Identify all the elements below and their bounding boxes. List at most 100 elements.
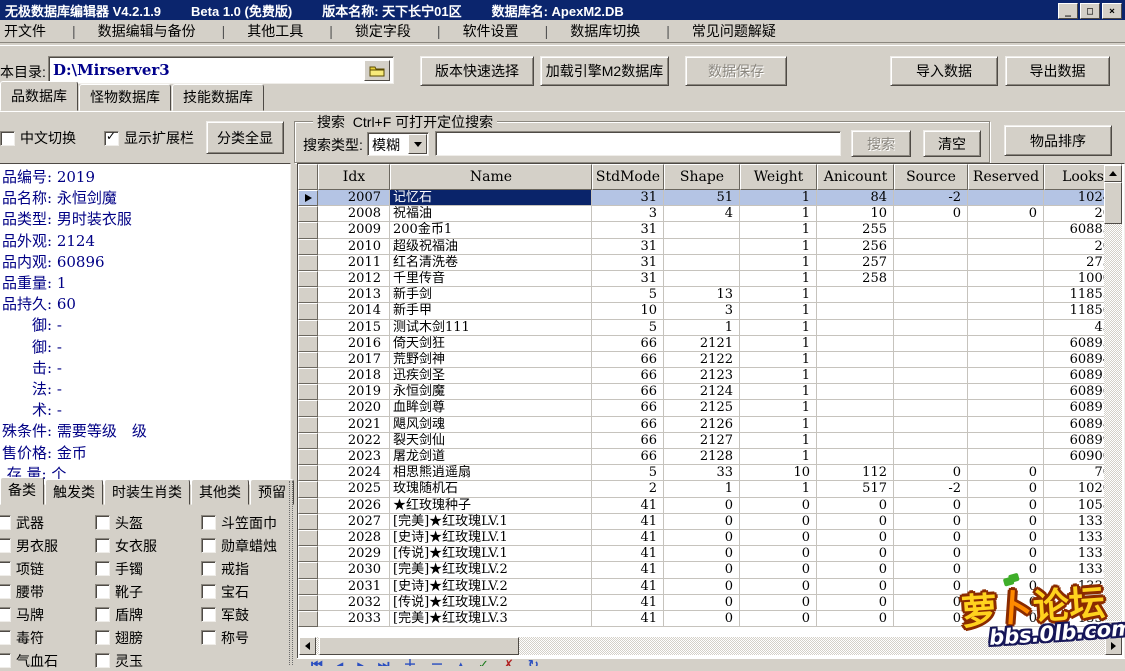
checkbox-box[interactable] — [201, 607, 216, 622]
cell-idx[interactable]: 2008 — [318, 206, 390, 223]
column-header-stdmode[interactable]: StdMode — [592, 164, 664, 190]
cell-name[interactable]: 飓风剑魂 — [390, 416, 592, 433]
cell-stdmode[interactable]: 66 — [592, 351, 664, 369]
cell-name[interactable]: 屠龙剑道 — [390, 449, 592, 466]
cell-shape[interactable]: 2122 — [664, 351, 740, 369]
cell-stdmode[interactable]: 31 — [592, 222, 664, 239]
cell-reserved[interactable] — [968, 238, 1044, 255]
cell-stdmode[interactable]: 66 — [592, 368, 664, 385]
checkbox-box-checked[interactable] — [104, 129, 119, 146]
category-checkbox[interactable]: 女衣服 — [95, 536, 201, 556]
checkbox-box[interactable] — [201, 515, 216, 530]
cell-weight[interactable]: 0 — [740, 578, 817, 595]
menu-item[interactable]: 数据库切换 — [523, 21, 645, 41]
cell-reserved[interactable] — [968, 449, 1044, 466]
cell-shape[interactable]: 1 — [664, 481, 740, 498]
category-show-all-button[interactable]: 分类全显 — [206, 121, 284, 154]
cell-anicount[interactable]: 0 — [817, 529, 894, 547]
category-checkbox[interactable]: 斗笠面巾 — [201, 513, 292, 533]
cell-idx[interactable]: 2013 — [318, 287, 390, 304]
menu-item[interactable]: 锁定字段 — [307, 21, 415, 41]
cell-shape[interactable]: 33 — [664, 465, 740, 482]
cell-anicount[interactable] — [817, 335, 894, 352]
cell-idx[interactable]: 2012 — [318, 270, 390, 288]
cell-name[interactable]: 超级祝福油 — [390, 238, 592, 255]
cell-stdmode[interactable]: 41 — [592, 578, 664, 595]
database-tab[interactable]: 技能数据库 — [172, 84, 264, 111]
cell-source[interactable]: 0 — [894, 610, 968, 628]
checkbox-box[interactable] — [201, 584, 216, 599]
cell-shape[interactable]: 0 — [664, 529, 740, 547]
minimize-button[interactable]: _ — [1058, 3, 1078, 19]
cell-name[interactable]: 永恒剑魔 — [390, 384, 592, 401]
cell-anicount[interactable] — [817, 319, 894, 336]
cell-name[interactable]: [传说]★红玫瑰LV.1 — [390, 546, 592, 563]
scroll-left-button[interactable] — [299, 637, 316, 655]
category-tab[interactable]: 其他类 — [191, 479, 249, 505]
checkbox-box[interactable] — [95, 653, 110, 668]
cell-name[interactable]: [史诗]★红玫瑰LV.2 — [390, 578, 592, 595]
cell-stdmode[interactable]: 31 — [592, 238, 664, 255]
export-data-button[interactable]: 导出数据 — [1005, 56, 1110, 86]
cell-shape[interactable] — [664, 254, 740, 271]
cell-shape[interactable]: 4 — [664, 206, 740, 223]
maximize-button[interactable]: □ — [1080, 3, 1100, 19]
checkbox-box[interactable] — [0, 607, 11, 622]
table-row[interactable]: 2015 测试木剑111 5 1 1 43 — [298, 319, 1124, 336]
table-row[interactable]: 2017 荒野剑神 66 2122 1 60894 — [298, 351, 1124, 369]
cell-stdmode[interactable]: 66 — [592, 400, 664, 417]
category-checkbox[interactable]: 气血石 — [0, 651, 95, 671]
cell-shape[interactable] — [664, 270, 740, 288]
cell-weight[interactable]: 1 — [740, 190, 817, 207]
cell-shape[interactable]: 2127 — [664, 432, 740, 449]
dropdown-button[interactable] — [408, 134, 427, 154]
cell-stdmode[interactable]: 66 — [592, 449, 664, 466]
cell-anicount[interactable]: 0 — [817, 562, 894, 579]
cell-stdmode[interactable]: 5 — [592, 287, 664, 304]
cell-reserved[interactable] — [968, 190, 1044, 207]
cell-name[interactable]: [完美]★红玫瑰LV.2 — [390, 562, 592, 579]
cell-name[interactable]: 血眸剑尊 — [390, 400, 592, 417]
checkbox-box[interactable] — [95, 515, 110, 530]
table-row[interactable]: 2028 [史诗]★红玫瑰LV.1 41 0 0 0 0 0 1335 — [298, 529, 1124, 547]
cell-anicount[interactable]: 0 — [817, 594, 894, 611]
cell-anicount[interactable]: 256 — [817, 238, 894, 255]
cell-anicount[interactable]: 258 — [817, 270, 894, 288]
table-row[interactable]: 2011 红名清洗卷 31 1 257 273 — [298, 254, 1124, 271]
checkbox-box[interactable] — [0, 584, 11, 599]
cell-reserved[interactable] — [968, 432, 1044, 449]
cell-weight[interactable]: 0 — [740, 594, 817, 611]
cell-stdmode[interactable]: 66 — [592, 384, 664, 401]
search-type-dropdown[interactable]: 模糊 — [367, 132, 429, 156]
cell-anicount[interactable]: 84 — [817, 190, 894, 207]
cell-idx[interactable]: 2026 — [318, 497, 390, 514]
table-row[interactable]: 2021 飓风剑魂 66 2126 1 60898 — [298, 416, 1124, 433]
panel-splitter[interactable] — [289, 481, 293, 665]
cell-name[interactable]: [完美]★红玫瑰LV.1 — [390, 513, 592, 530]
cell-stdmode[interactable]: 31 — [592, 270, 664, 288]
load-m2-db-button[interactable]: 加载引擎M2数据库 — [540, 56, 669, 86]
cell-reserved[interactable] — [968, 335, 1044, 352]
table-row[interactable]: 2019 永恒剑魔 66 2124 1 60896 — [298, 384, 1124, 401]
menu-item[interactable]: 软件设置 — [415, 21, 523, 41]
cell-weight[interactable]: 1 — [740, 254, 817, 271]
cell-name[interactable]: 红名清洗卷 — [390, 254, 592, 271]
column-header-anicount[interactable]: Anicount — [817, 164, 894, 190]
category-checkbox[interactable]: 头盔 — [95, 513, 201, 533]
cell-source[interactable] — [894, 416, 968, 433]
cell-stdmode[interactable]: 5 — [592, 465, 664, 482]
cell-source[interactable]: -2 — [894, 190, 968, 207]
table-row[interactable]: 2020 血眸剑尊 66 2125 1 60897 — [298, 400, 1124, 417]
cell-reserved[interactable]: 0 — [968, 206, 1044, 223]
cell-reserved[interactable] — [968, 287, 1044, 304]
cell-name[interactable]: 新手剑 — [390, 287, 592, 304]
category-checkbox[interactable]: 武器 — [0, 513, 95, 533]
directory-input[interactable] — [51, 59, 369, 81]
cell-anicount[interactable] — [817, 416, 894, 433]
search-input[interactable] — [438, 134, 838, 153]
cell-weight[interactable]: 0 — [740, 497, 817, 514]
table-row[interactable]: 2018 迅疾剑圣 66 2123 1 60895 — [298, 368, 1124, 385]
category-checkbox[interactable]: 马牌 — [0, 605, 95, 625]
category-checkbox[interactable]: 靴子 — [95, 582, 201, 602]
category-checkbox[interactable]: 军鼓 — [201, 605, 292, 625]
